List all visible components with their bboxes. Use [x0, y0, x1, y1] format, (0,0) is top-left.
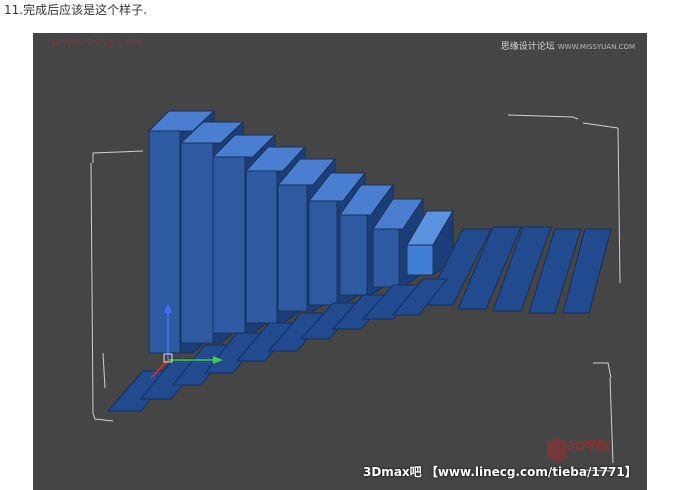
viewport-scene: [90, 109, 621, 472]
step-1-front: [148, 130, 181, 354]
logo-watermark-text: 3D学院: [567, 439, 610, 453]
watermark-left: WWW.9SSJ.COM: [51, 38, 144, 49]
3d-viewport[interactable]: WWW.9SSJ.COM 思缘设计论坛 WWW.MISSYUAN.COM 3D学院…: [33, 33, 647, 490]
caption-text: 11.完成后应该是这个样子.: [4, 3, 147, 17]
watermark-right-sub: WWW.MISSYUAN.COM: [557, 43, 635, 51]
watermark-right: 思缘设计论坛 WWW.MISSYUAN.COM: [501, 39, 635, 52]
bottom-watermark: 3Dmax吧 【www.linecg.com/tieba/1771】: [363, 465, 637, 479]
cube-logo-icon: [547, 437, 567, 463]
watermark-right-title: 思缘设计论坛: [500, 42, 555, 52]
steps-group: [106, 109, 612, 412]
step-selected: [406, 244, 434, 276]
